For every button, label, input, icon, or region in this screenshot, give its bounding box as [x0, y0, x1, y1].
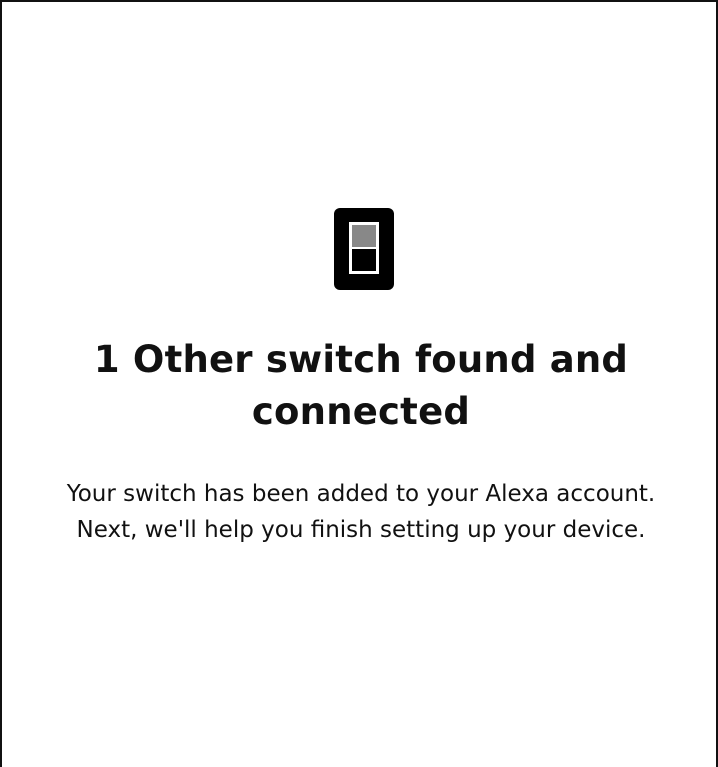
app-screen: 1 Other switch found and connected Your … [0, 0, 718, 767]
confirmation-message: Your switch has been added to your Alexa… [66, 481, 656, 543]
switch-icon [334, 208, 394, 290]
page-title: 1 Other switch found and connected [93, 338, 629, 433]
